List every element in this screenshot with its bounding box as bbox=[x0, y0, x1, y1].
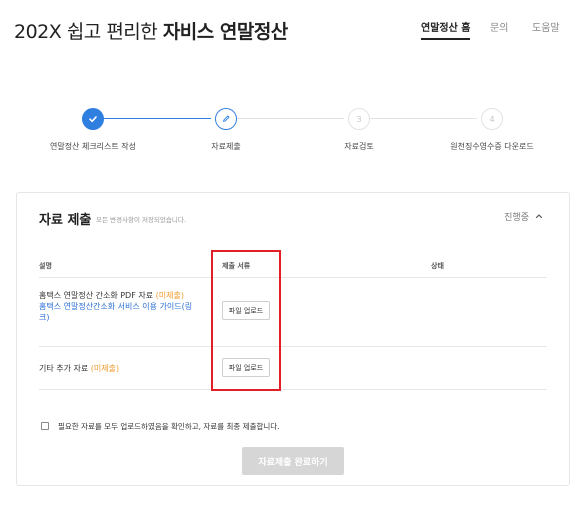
row-divider-1 bbox=[39, 346, 547, 347]
row-2-description: 기타 추가 자료 (미제출) bbox=[39, 363, 199, 374]
step-3-label: 자료검토 bbox=[344, 142, 374, 151]
pencil-icon bbox=[223, 115, 230, 122]
nav-help[interactable]: 도움말 bbox=[532, 19, 560, 34]
progress-status: 진행중 bbox=[504, 213, 529, 223]
table-header-divider bbox=[39, 277, 547, 278]
chevron-up-icon[interactable] bbox=[534, 211, 544, 221]
document-submit-card: 자료 제출 모든 변경사항이 저장되었습니다. 진행중 설명 제출 서류 상태 … bbox=[16, 192, 570, 486]
app-header: 202X 쉽고 편리한 자비스 연말정산 연말정산 홈 문의 도움말 bbox=[0, 0, 586, 50]
autosave-notice: 모든 변경사항이 저장되었습니다. bbox=[96, 216, 186, 224]
step-connector-1 bbox=[104, 118, 211, 119]
row-1-guide-link[interactable]: 홈택스 연말정산간소화 서비스 이용 가이드(링크) bbox=[39, 302, 192, 322]
step-3-circle: 3 bbox=[348, 108, 370, 130]
step-1-label: 연말정산 체크리스트 작성 bbox=[49, 142, 137, 151]
page-title: 202X 쉽고 편리한 자비스 연말정산 bbox=[14, 17, 288, 44]
step-1-circle bbox=[82, 108, 104, 130]
step-connector-3 bbox=[370, 118, 477, 119]
row-2-desc-text: 기타 추가 자료 bbox=[39, 364, 89, 373]
step-2-circle bbox=[215, 108, 237, 130]
row-2-badge: (미제출) bbox=[90, 364, 120, 373]
final-confirm-row: 필요한 자료를 모두 업로드하였음을 확인하고, 자료를 최종 제출합니다. bbox=[41, 421, 561, 433]
upload-column-highlight bbox=[211, 250, 281, 391]
card-title: 자료 제출 bbox=[39, 213, 92, 228]
final-confirm-label[interactable]: 필요한 자료를 모두 업로드하였음을 확인하고, 자료를 최종 제출합니다. bbox=[58, 421, 280, 432]
column-header-status: 상태 bbox=[431, 262, 444, 270]
step-connector-2 bbox=[237, 118, 344, 119]
progress-stepper: 3 4 연말정산 체크리스트 작성 자료제출 자료검토 원천징수영수증 다운로드 bbox=[0, 104, 586, 164]
row-1-description: 홈택스 연말정산 간소화 PDF 자료 (미제출) 홈택스 연말정산간소화 서비… bbox=[39, 290, 199, 323]
page-title-prefix: 202X 쉽고 편리한 bbox=[14, 21, 163, 43]
step-4-label: 원천징수영수증 다운로드 bbox=[450, 142, 534, 151]
row-1-desc-text: 홈택스 연말정산 간소화 PDF 자료 bbox=[39, 291, 154, 300]
nav-home[interactable]: 연말정산 홈 bbox=[421, 19, 471, 40]
page-title-brand: 자비스 연말정산 bbox=[162, 21, 288, 43]
nav-inquiry[interactable]: 문의 bbox=[490, 19, 508, 34]
submit-complete-button[interactable]: 자료제출 완료하기 bbox=[242, 447, 344, 475]
check-icon bbox=[89, 116, 97, 123]
column-header-description: 설명 bbox=[39, 262, 52, 270]
row-divider-2 bbox=[39, 389, 547, 390]
final-confirm-checkbox[interactable] bbox=[41, 422, 49, 430]
row-1-badge: (미제출) bbox=[155, 291, 184, 300]
step-4-circle: 4 bbox=[481, 108, 503, 130]
step-2-label: 자료제출 bbox=[211, 142, 241, 151]
